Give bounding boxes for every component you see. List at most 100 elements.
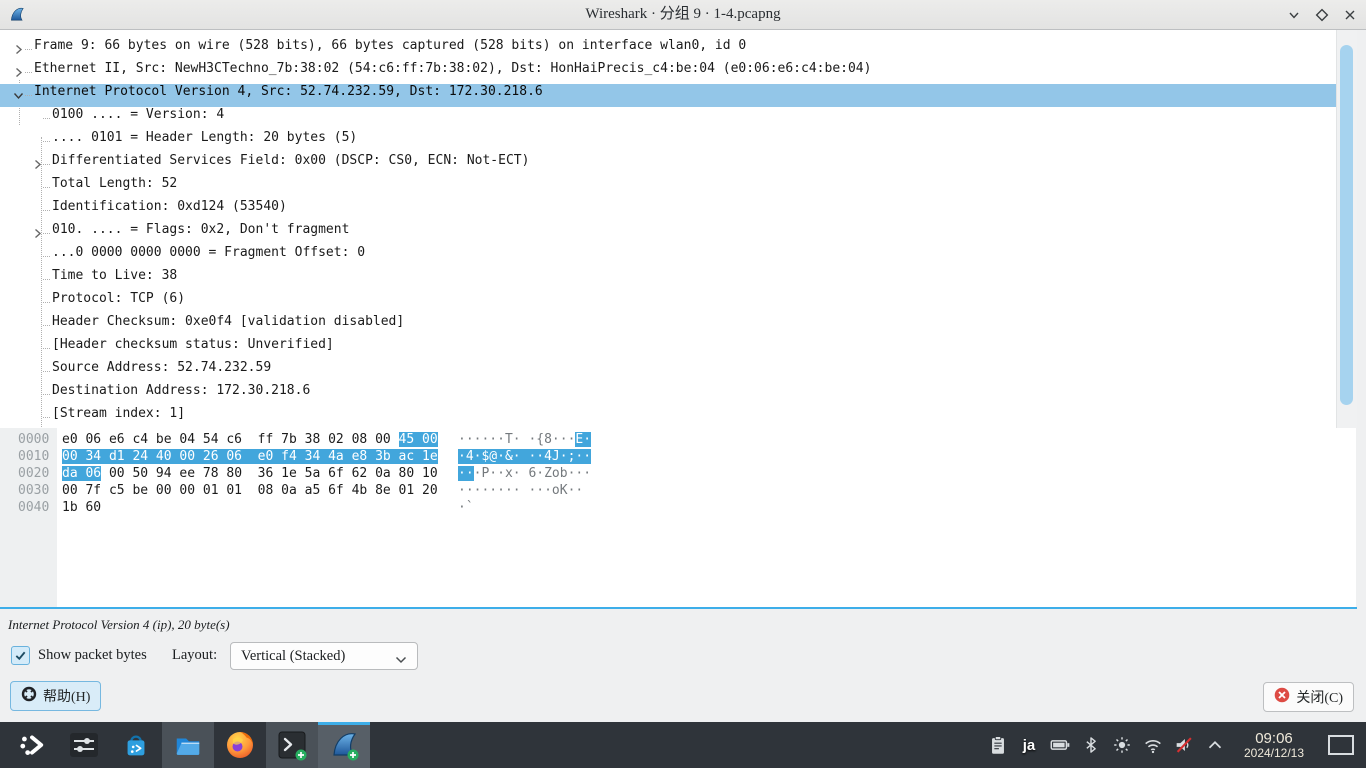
tree-row[interactable]: Total Length: 52: [0, 176, 1336, 199]
minimize-button[interactable]: [1286, 7, 1302, 23]
tree-row-label: Frame 9: 66 bytes on wire (528 bits), 66…: [34, 38, 746, 53]
tree-branch-line: [43, 256, 50, 257]
collapse-icon[interactable]: [13, 90, 24, 101]
hex-row[interactable]: 0030 00 7f c5 be 00 00 01 01 08 0a a5 6f …: [0, 483, 1356, 500]
close-button[interactable]: [1342, 7, 1358, 23]
tree-row[interactable]: Time to Live: 38: [0, 268, 1336, 291]
footer-controls: Show packet bytes Layout: Vertical (Stac…: [0, 641, 1366, 669]
screen: Wireshark · 分组 9 · 1-4.pcapng Frame 9: 6…: [0, 0, 1366, 768]
bluetooth-icon[interactable]: [1078, 722, 1104, 768]
hex-row[interactable]: 0040 1b 60 ·`: [0, 500, 1356, 517]
volume-muted-icon[interactable]: [1171, 722, 1197, 768]
tree-row-label: [Stream index: 1]: [52, 406, 185, 421]
show-desktop-icon[interactable]: [1328, 735, 1354, 755]
help-icon: [21, 686, 37, 707]
tree-branch-line: [43, 233, 50, 234]
hex-offset: 0010: [18, 449, 49, 464]
show-packet-bytes-checkbox[interactable]: [11, 646, 30, 665]
tree-row[interactable]: [Stream index: 1]: [0, 406, 1336, 429]
tree-row[interactable]: ...0 0000 0000 0000 = Fragment Offset: 0: [0, 245, 1336, 268]
tree-row-label: Ethernet II, Src: NewH3CTechno_7b:38:02 …: [34, 61, 871, 76]
tree-row[interactable]: Internet Protocol Version 4, Src: 52.74.…: [0, 84, 1336, 107]
app-launcher-icon[interactable]: [6, 722, 58, 768]
tree-row[interactable]: Identification: 0xd124 (53540): [0, 199, 1336, 222]
layout-dropdown[interactable]: Vertical (Stacked): [230, 642, 418, 670]
terminal-icon[interactable]: [266, 722, 318, 768]
hex-row[interactable]: 0000e0 06 e6 c4 be 04 54 c6 ff 7b 38 02 …: [0, 432, 1356, 449]
help-button-label: 帮助(H): [43, 686, 90, 706]
tree-row[interactable]: Destination Address: 172.30.218.6: [0, 383, 1336, 406]
scrollbar-thumb[interactable]: [1340, 45, 1353, 405]
expand-icon[interactable]: [13, 67, 24, 78]
tree-row[interactable]: 010. .... = Flags: 0x2, Don't fragment: [0, 222, 1336, 245]
hex-ascii[interactable]: ······T· ·{8···E·: [458, 432, 591, 447]
input-method-indicator[interactable]: ja: [1016, 722, 1042, 768]
firefox-icon[interactable]: [214, 722, 266, 768]
close-dialog-button[interactable]: 关闭(C): [1263, 682, 1354, 712]
status-text: Internet Protocol Version 4 (ip), 20 byt…: [8, 617, 230, 633]
tree-row[interactable]: Frame 9: 66 bytes on wire (528 bits), 66…: [0, 38, 1336, 61]
hex-bytes[interactable]: da 06 00 50 94 ee 78 80 36 1e 5a 6f 62 0…: [62, 466, 438, 481]
hex-bytes[interactable]: 00 7f c5 be 00 00 01 01 08 0a a5 6f 4b 8…: [62, 483, 438, 498]
tree-row[interactable]: Protocol: TCP (6): [0, 291, 1336, 314]
battery-icon[interactable]: [1047, 722, 1073, 768]
tree-row[interactable]: Differentiated Services Field: 0x00 (DSC…: [0, 153, 1336, 176]
tree-scrollbar[interactable]: [1336, 30, 1357, 428]
help-button[interactable]: 帮助(H): [10, 681, 101, 711]
chevron-down-icon: [395, 651, 407, 669]
packet-bytes-pane[interactable]: 0000e0 06 e6 c4 be 04 54 c6 ff 7b 38 02 …: [0, 428, 1356, 607]
hex-offset: 0030: [18, 483, 49, 498]
wifi-icon[interactable]: [1140, 722, 1166, 768]
tree-row[interactable]: Ethernet II, Src: NewH3CTechno_7b:38:02 …: [0, 61, 1336, 84]
tree-branch-line: [43, 141, 50, 142]
tree-branch-line: [43, 417, 50, 418]
hex-rows: 0000e0 06 e6 c4 be 04 54 c6 ff 7b 38 02 …: [0, 432, 1356, 517]
wireshark-task-icon[interactable]: [318, 722, 370, 768]
tree-row-label: Internet Protocol Version 4, Src: 52.74.…: [34, 84, 543, 99]
tree-row-label: Total Length: 52: [52, 176, 177, 191]
tree-row[interactable]: Source Address: 52.74.232.59: [0, 360, 1336, 383]
system-settings-icon[interactable]: [58, 722, 110, 768]
clock[interactable]: 09:06 2024/12/13: [1233, 731, 1315, 759]
tree-row[interactable]: .... 0101 = Header Length: 20 bytes (5): [0, 130, 1336, 153]
hex-ascii[interactable]: ·`: [458, 500, 474, 515]
brightness-icon[interactable]: [1109, 722, 1135, 768]
clock-time: 09:06: [1233, 731, 1315, 747]
hex-bytes[interactable]: 00 34 d1 24 40 00 26 06 e0 f4 34 4a e8 3…: [62, 449, 438, 464]
expand-icon[interactable]: [32, 228, 43, 239]
expand-icon[interactable]: [32, 159, 43, 170]
clipboard-icon[interactable]: [985, 722, 1011, 768]
tree-branch-line: [43, 371, 50, 372]
hex-ascii[interactable]: ···P··x· 6·Zob···: [458, 466, 591, 481]
tree-row[interactable]: Header Checksum: 0xe0f4 [validation disa…: [0, 314, 1336, 337]
hex-offset: 0040: [18, 500, 49, 515]
hex-bytes[interactable]: e0 06 e6 c4 be 04 54 c6 ff 7b 38 02 08 0…: [62, 432, 438, 447]
hex-ascii[interactable]: ·4·$@·&· ··4J·;··: [458, 449, 591, 464]
packet-detail-tree[interactable]: Frame 9: 66 bytes on wire (528 bits), 66…: [0, 30, 1356, 429]
tree-branch-line: [43, 394, 50, 395]
tree-row[interactable]: 0100 .... = Version: 4: [0, 107, 1336, 130]
hex-bytes[interactable]: 1b 60: [62, 500, 101, 515]
tree-branch-line: [43, 325, 50, 326]
tree-row-label: Destination Address: 172.30.218.6: [52, 383, 310, 398]
tree-row[interactable]: [Header checksum status: Unverified]: [0, 337, 1336, 360]
file-manager-icon[interactable]: [162, 722, 214, 768]
input-method-label: ja: [1023, 737, 1036, 754]
title-bar[interactable]: Wireshark · 分组 9 · 1-4.pcapng: [0, 0, 1366, 30]
close-red-icon: [1274, 687, 1290, 708]
hex-row[interactable]: 0020da 06 00 50 94 ee 78 80 36 1e 5a 6f …: [0, 466, 1356, 483]
maximize-button[interactable]: [1314, 7, 1330, 23]
discover-store-icon[interactable]: [110, 722, 162, 768]
focus-underline: [0, 607, 1357, 609]
expand-icon[interactable]: [13, 44, 24, 55]
tray-expand-arrow-icon[interactable]: [1202, 722, 1228, 768]
hex-row[interactable]: 0010 00 34 d1 24 40 00 26 06 e0 f4 34 4a …: [0, 449, 1356, 466]
show-packet-bytes-label[interactable]: Show packet bytes: [38, 641, 147, 669]
tree-row-label: Source Address: 52.74.232.59: [52, 360, 271, 375]
clock-date: 2024/12/13: [1233, 747, 1315, 760]
tree-branch-line: [43, 279, 50, 280]
tree-row-label: Identification: 0xd124 (53540): [52, 199, 287, 214]
hex-ascii[interactable]: ········ ···oK··: [458, 483, 591, 498]
tree-branch-line: [43, 348, 50, 349]
tree-rows: Frame 9: 66 bytes on wire (528 bits), 66…: [0, 38, 1336, 429]
